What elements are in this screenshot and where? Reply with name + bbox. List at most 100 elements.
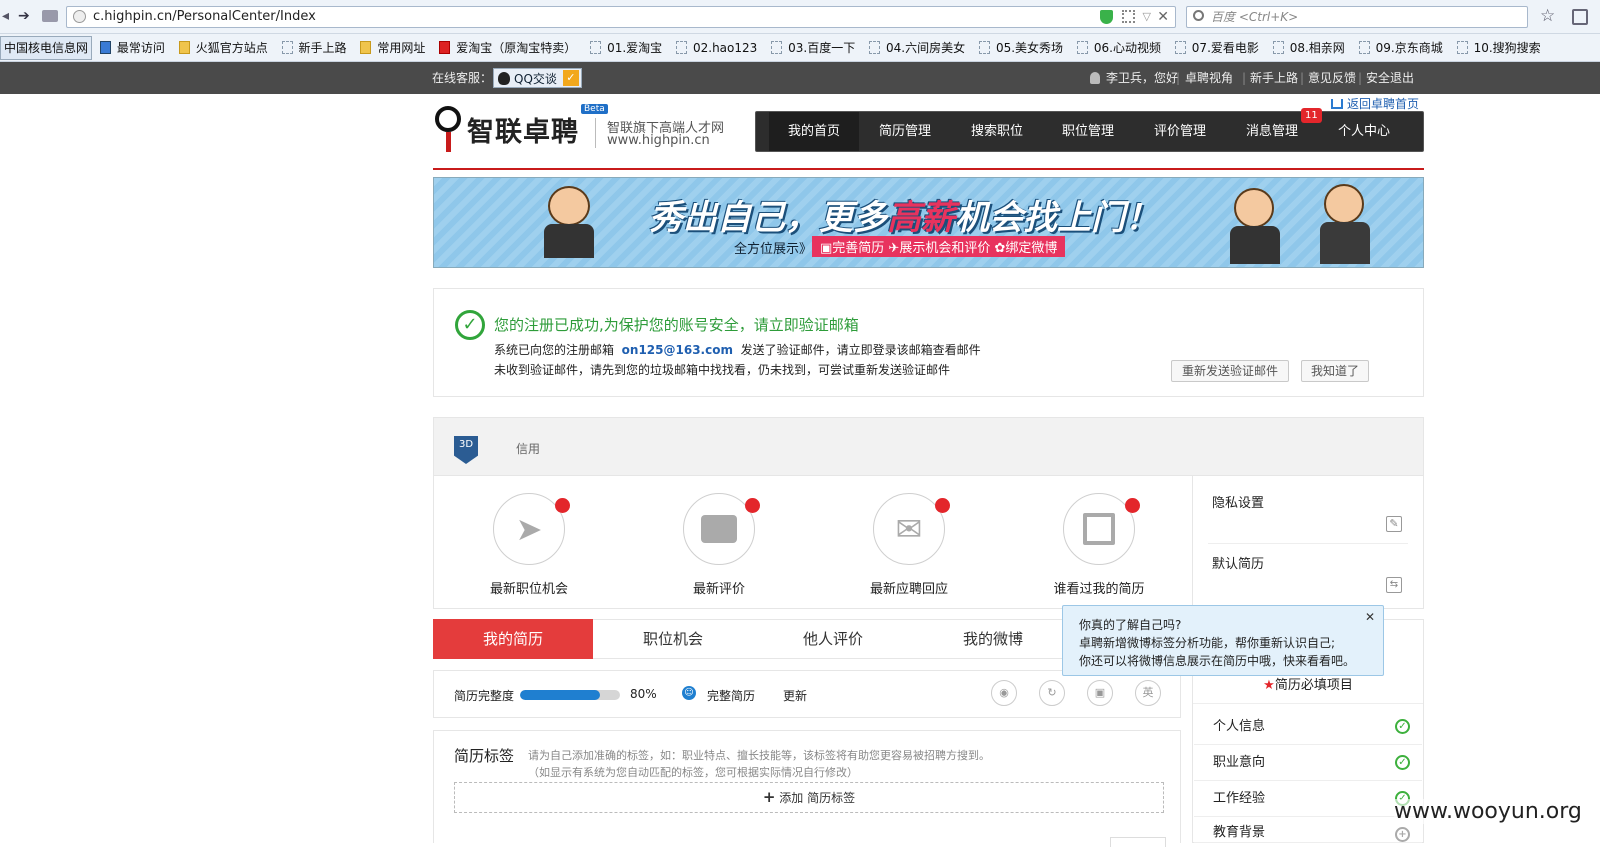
link-feedback[interactable]: 意见反馈: [1308, 62, 1356, 94]
page-icon: [1174, 41, 1186, 54]
page-icon: [675, 41, 687, 54]
tooltip-close-icon[interactable]: ✕: [1365, 610, 1375, 624]
refresh-icon[interactable]: ↻: [1039, 680, 1065, 706]
bookmarks-menu-icon[interactable]: [1572, 9, 1588, 25]
bookmark-item[interactable]: 火狐官方站点: [175, 34, 274, 61]
tab-reviews[interactable]: 他人评价: [753, 619, 913, 659]
bookmark-item[interactable]: 01.爱淘宝: [586, 34, 668, 61]
bookmark-item[interactable]: 10.搜狗搜索: [1453, 34, 1547, 61]
notice-title: 您的注册已成功,为保护您的账号安全，请立即验证邮箱: [494, 316, 859, 334]
site-logo[interactable]: 智联卓聘 Beta 智联旗下高端人才网 www.highpin.cn: [433, 104, 743, 160]
back-home-link[interactable]: 返回卓聘首页: [1331, 95, 1419, 112]
update-link[interactable]: 更新: [783, 687, 807, 704]
registered-email: on125@163.com: [621, 343, 733, 357]
nav-search-jobs[interactable]: 搜索职位: [952, 112, 1042, 151]
edit-icon[interactable]: ✎: [1386, 516, 1402, 532]
search-input[interactable]: 百度 <Ctrl+K>: [1186, 6, 1528, 28]
paper-plane-icon: ➤: [515, 510, 543, 548]
close-icon[interactable]: ✕: [1157, 7, 1169, 27]
url-input[interactable]: c.highpin.cn/PersonalCenter/Index ▽ ✕: [66, 6, 1176, 28]
verify-email-notice: ✓ 您的注册已成功,为保护您的账号安全，请立即验证邮箱 系统已向您的注册邮箱 o…: [433, 288, 1424, 397]
bookmark-item[interactable]: 09.京东商城: [1355, 34, 1449, 61]
tab-job-opportunities[interactable]: 职位机会: [593, 619, 753, 659]
nav-review[interactable]: 评价管理: [1135, 112, 1225, 151]
bookmark-item[interactable]: 最常访问: [96, 34, 171, 61]
divider: |: [1358, 71, 1363, 85]
default-resume-label[interactable]: 默认简历: [1212, 553, 1264, 572]
resume-viewers-button[interactable]: [1063, 493, 1140, 565]
job-opportunity-button[interactable]: ➤: [493, 493, 570, 565]
nav-job-manage[interactable]: 职位管理: [1043, 112, 1133, 151]
divider: |: [1242, 71, 1247, 85]
back-icon[interactable]: ◂: [2, 8, 9, 24]
bookmark-item[interactable]: 06.心动视频: [1073, 34, 1167, 61]
star-icon[interactable]: ☆: [1540, 6, 1555, 26]
eye-icon[interactable]: ◉: [991, 680, 1017, 706]
qq-chat-button[interactable]: QQ交谈 ✓: [493, 68, 582, 88]
tab-my-resume[interactable]: 我的简历: [433, 619, 593, 659]
page-icon: [978, 41, 990, 54]
bookmark-item[interactable]: 05.美女秀场: [975, 34, 1069, 61]
link-perspective[interactable]: 卓聘视角: [1185, 62, 1233, 94]
logo-text: 智联卓聘: [467, 117, 579, 148]
tab-my-weibo[interactable]: 我的微博: [913, 619, 1073, 659]
greeting: 李卫兵，您好: [1106, 71, 1179, 85]
partial-button[interactable]: [1110, 837, 1166, 847]
divider: |: [1300, 71, 1305, 85]
bookmark-item[interactable]: 04.六间房美女: [865, 34, 971, 61]
nav-resume[interactable]: 简历管理: [860, 112, 950, 151]
application-response-button[interactable]: ✉: [873, 493, 950, 565]
bookmark-item[interactable]: 中国核电信息网: [0, 36, 93, 60]
job-opportunity-label[interactable]: 最新职位机会: [449, 578, 609, 597]
required-item[interactable]: 教育背景 +: [1194, 817, 1422, 843]
new-review-label[interactable]: 最新评价: [639, 578, 799, 597]
promo-banner[interactable]: 秀出自己，更多高薪机会找上门！ 全方位展示》 ▣完善简历 ✈展示机会和评价 ✿绑…: [433, 177, 1424, 268]
switch-icon[interactable]: ⇆: [1386, 577, 1402, 593]
resume-viewers-label[interactable]: 谁看过我的简历: [1019, 578, 1179, 597]
notification-dot: [1125, 498, 1140, 513]
bookmark-item[interactable]: 03.百度一下: [767, 34, 861, 61]
credit-bar: [434, 418, 1423, 476]
english-resume-button[interactable]: 英: [1135, 680, 1161, 706]
dismiss-button[interactable]: 我知道了: [1301, 360, 1369, 382]
most-visited-icon: [99, 41, 111, 54]
required-item[interactable]: 个人信息 ✓: [1194, 709, 1422, 745]
add-tag-button[interactable]: + 添加 简历标签: [454, 782, 1164, 813]
page-icon: [1076, 41, 1088, 54]
shield-icon[interactable]: [1100, 10, 1113, 24]
notice-line-2: 未收到验证邮件，请先到您的垃圾邮箱中找找看，仍未找到，可尝试重新发送验证邮件: [494, 363, 951, 377]
page-icon: [1272, 41, 1284, 54]
bookmark-item[interactable]: 02.hao123: [672, 34, 763, 61]
nav-home[interactable]: 我的首页: [769, 112, 859, 151]
qr-code-icon[interactable]: [1122, 10, 1135, 23]
nav-personal[interactable]: 个人中心: [1319, 112, 1409, 151]
privacy-settings-label[interactable]: 隐私设置: [1212, 492, 1264, 511]
forward-icon[interactable]: ➔: [18, 8, 30, 24]
page-icon: [771, 41, 783, 54]
tab-groups-icon[interactable]: [42, 10, 58, 22]
required-item[interactable]: 职业意向 ✓: [1194, 745, 1422, 781]
save-icon[interactable]: ▣: [1087, 680, 1113, 706]
link-logout[interactable]: 安全退出: [1366, 62, 1414, 94]
completeness-progress: [520, 690, 620, 700]
qq-chat-label: QQ交谈: [514, 72, 557, 86]
bookmark-item[interactable]: 08.相亲网: [1269, 34, 1351, 61]
page-icon: [1358, 41, 1370, 54]
new-review-button[interactable]: [683, 493, 760, 565]
link-newbie[interactable]: 新手上路: [1250, 62, 1298, 94]
search-placeholder: 百度 <Ctrl+K>: [1211, 10, 1299, 24]
smile-icon: ☺: [682, 686, 696, 700]
notice-line-1: 系统已向您的注册邮箱 on125@163.com 发送了验证邮件，请立即登录该邮…: [494, 343, 981, 357]
application-response-label[interactable]: 最新应聘回应: [829, 578, 989, 597]
dropdown-icon[interactable]: ▽: [1143, 7, 1151, 27]
bookmark-item[interactable]: 常用网址: [356, 34, 431, 61]
bookmark-item[interactable]: 07.爱看电影: [1171, 34, 1265, 61]
bookmark-item[interactable]: 新手上路: [278, 34, 353, 61]
bookmark-item[interactable]: 爱淘宝（原淘宝特卖）: [435, 34, 582, 61]
weibo-tooltip: 你真的了解自己吗? 卓聘新增微博标签分析功能，帮你重新认识自己; 你还可以将微博…: [1062, 605, 1384, 676]
divider: [595, 118, 596, 148]
resend-email-button[interactable]: 重新发送验证邮件: [1171, 360, 1289, 382]
search-icon: [1193, 10, 1204, 21]
required-item[interactable]: 工作经验✓: [1194, 781, 1422, 817]
complete-resume-link[interactable]: 完整简历: [707, 687, 755, 704]
